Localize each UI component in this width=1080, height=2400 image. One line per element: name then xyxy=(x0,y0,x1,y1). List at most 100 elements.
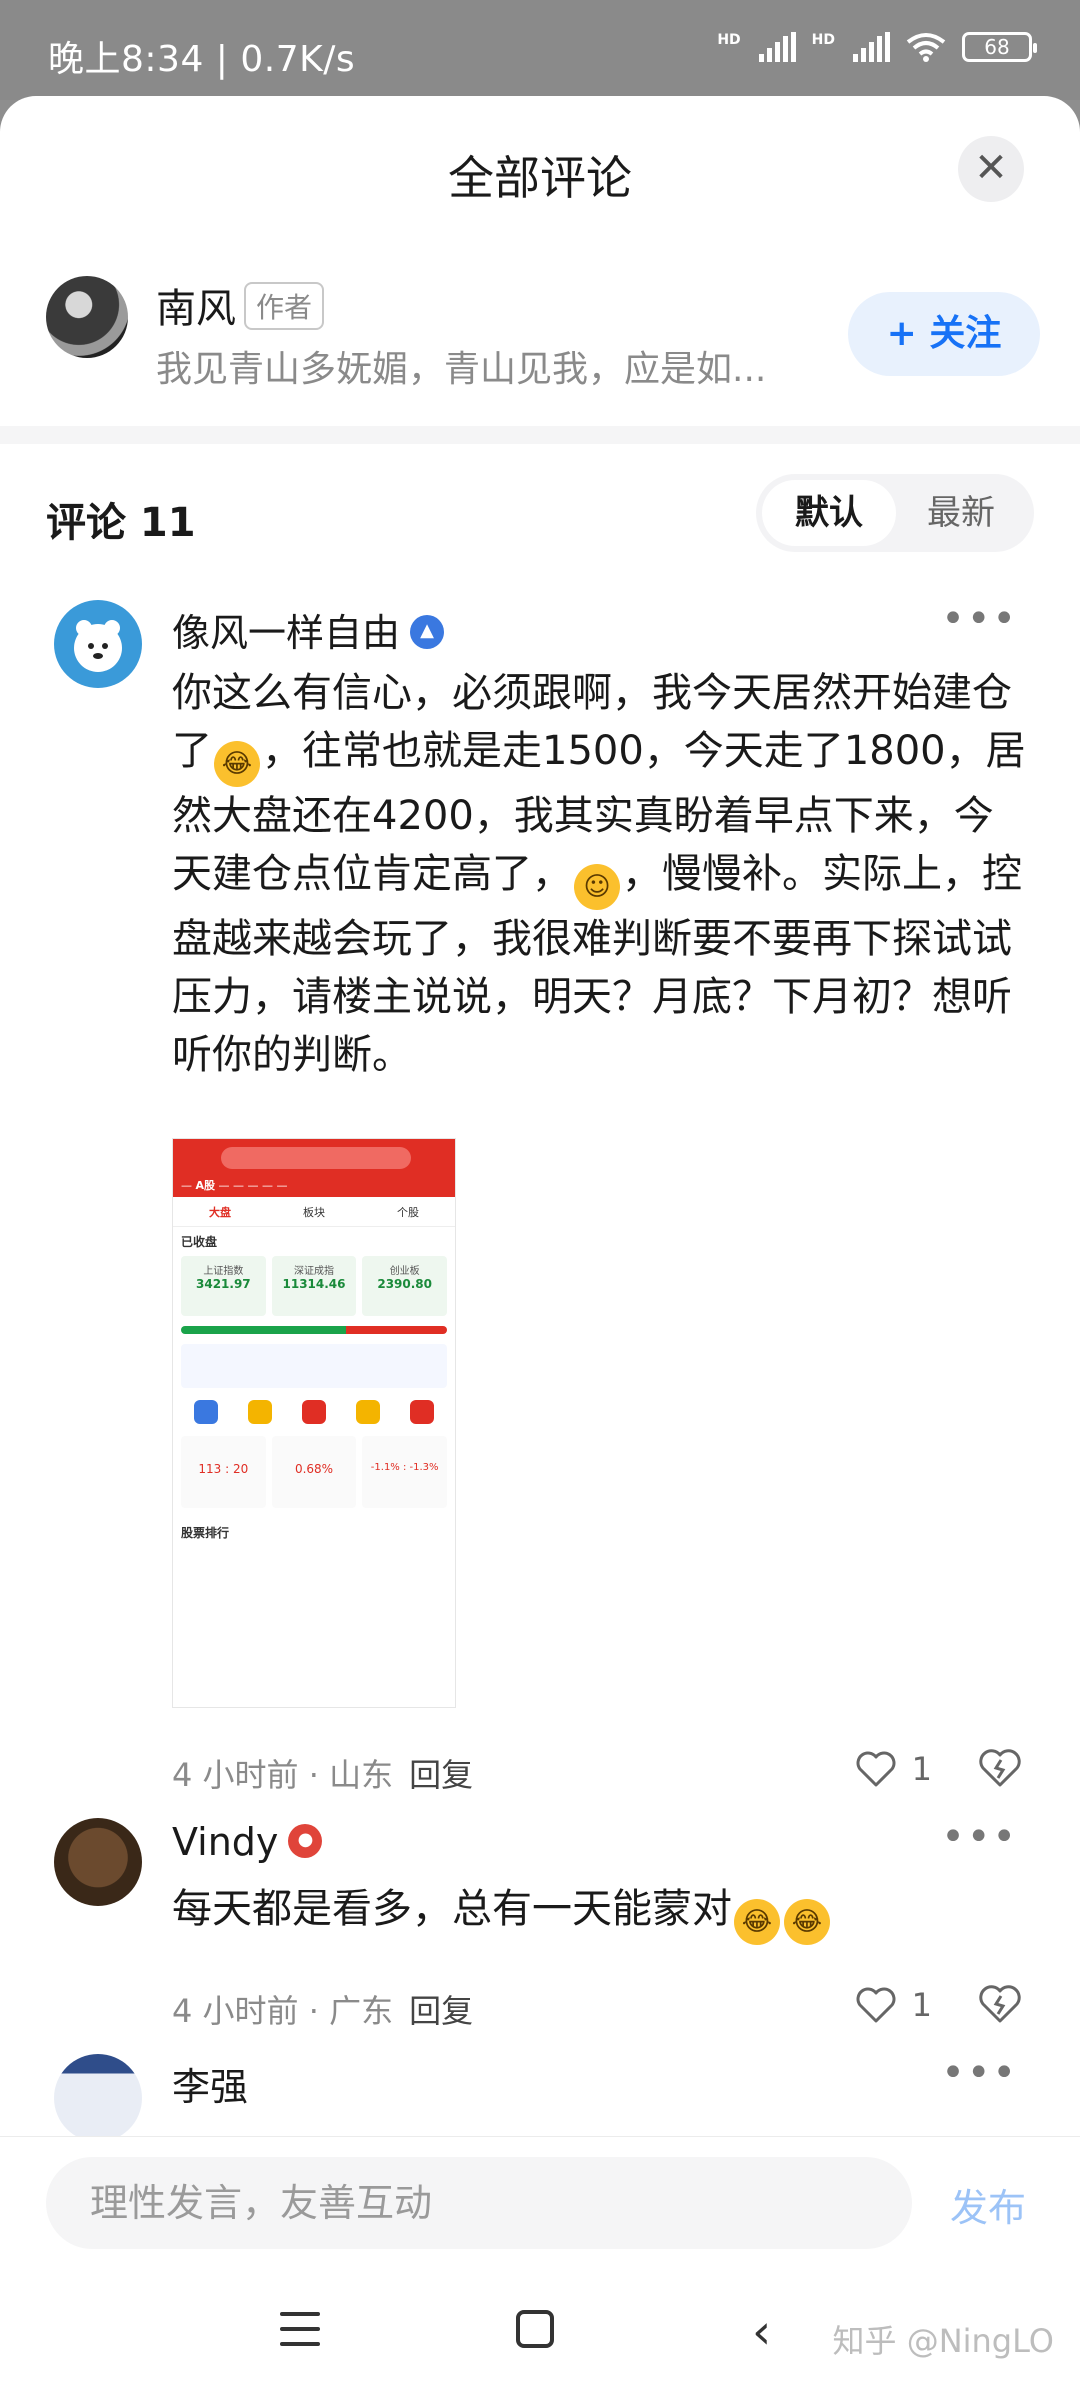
thumb-app-icon xyxy=(194,1400,218,1424)
thumb-stat: 0.68% xyxy=(271,1436,357,1508)
clock-text: 晚上8:34 xyxy=(48,39,204,80)
thumb-tab-a: A股 xyxy=(195,1179,216,1192)
watermark: 知乎 @NingLO xyxy=(832,2322,1054,2360)
thumb-app-icon xyxy=(410,1400,434,1424)
thumb-tabs: — A股 — — — — — xyxy=(181,1179,288,1192)
home-icon[interactable] xyxy=(516,2310,554,2348)
status-time: 晚上8:34 | 0.7K/s xyxy=(48,39,356,80)
comment-location: 广东 xyxy=(329,1992,394,2030)
publish-button[interactable]: 发布 xyxy=(950,2177,1026,2232)
thumb-index-value: 3421.97 xyxy=(196,1277,251,1291)
back-icon[interactable]: ‹ xyxy=(752,2304,771,2360)
sort-latest-tab[interactable]: 最新 xyxy=(894,480,1028,546)
author-badge: 作者 xyxy=(244,282,325,330)
broken-heart-icon[interactable] xyxy=(978,1748,1022,1788)
thumb-index-box: 深证成指 11314.46 xyxy=(271,1256,357,1316)
author-description: 我见青山多妩媚，青山见我，应是如... xyxy=(156,349,767,390)
hd-label-1: HD xyxy=(717,32,741,48)
system-nav-bar: ‹ 知乎 @NingLO xyxy=(0,2268,1080,2400)
status-bar: 晚上8:34 | 0.7K/s HD HD 68 xyxy=(0,0,1080,100)
like-button[interactable]: 1 xyxy=(856,1986,932,2024)
comment-text: 每天都是看多，总有一天能蒙对 😂 😂 xyxy=(172,1880,1032,1945)
comment-meta: 4 小时前 · 山东 回复 xyxy=(172,1756,474,1794)
sort-toggle[interactable]: 默认 最新 xyxy=(756,474,1034,552)
comment-time: 4 小时前 xyxy=(172,1756,299,1794)
comment-text: 你这么有信心，必须跟啊，我今天居然开始建仓了 😂 ，往常也就是走1500，今天走了1… xyxy=(172,664,1032,1084)
reply-button[interactable]: 回复 xyxy=(409,1992,473,2030)
thumb-header: — A股 — — — — — xyxy=(173,1139,455,1197)
signal-icon xyxy=(758,32,796,62)
divider xyxy=(0,426,1080,444)
follow-button[interactable]: + 关注 xyxy=(848,292,1040,376)
rofl-emoji-icon: 😂 xyxy=(214,741,260,787)
thumb-index-box: 创业板 2390.80 xyxy=(362,1256,448,1316)
avatar[interactable] xyxy=(54,2054,142,2142)
like-button[interactable]: 1 xyxy=(856,1750,932,1788)
thumb-index-name: 上证指数 xyxy=(203,1266,244,1277)
more-options-icon[interactable]: ••• xyxy=(941,596,1018,642)
battery-icon: 68 xyxy=(962,32,1037,62)
signal-icon-2 xyxy=(853,32,890,62)
author-name-text[interactable]: 像风一样自由 xyxy=(172,611,400,655)
hd-label-2: HD xyxy=(811,32,835,48)
avatar[interactable] xyxy=(54,600,142,688)
thumb-index-value: 11314.46 xyxy=(282,1277,346,1291)
thumb-stat: 113 : 20 xyxy=(181,1436,266,1508)
thumb-search-bar xyxy=(221,1147,411,1169)
more-options-icon[interactable]: ••• xyxy=(941,1814,1018,1860)
heart-icon xyxy=(856,1987,896,2023)
thumb-index-value: 2390.80 xyxy=(377,1277,432,1291)
rofl-emoji-icon: 😂 xyxy=(734,1899,780,1945)
wifi-icon xyxy=(906,33,946,62)
avatar[interactable] xyxy=(46,276,128,358)
sheet-title: 全部评论 xyxy=(448,151,632,205)
broken-heart-icon[interactable] xyxy=(978,1984,1022,2024)
heart-icon xyxy=(856,1751,896,1787)
thumb-index-box: 上证指数 3421.97 xyxy=(181,1256,266,1316)
avatar[interactable] xyxy=(54,1818,142,1906)
thumb-app-icon xyxy=(302,1400,326,1424)
like-count: 1 xyxy=(911,1986,932,2024)
level-badge-icon: ● xyxy=(288,1823,323,1858)
author-name[interactable]: 南风 xyxy=(156,276,236,334)
thumb-subtab: 个股 xyxy=(397,1205,419,1219)
thumb-subtab: 大盘 xyxy=(209,1205,231,1219)
comment-image[interactable]: — A股 — — — — — 大盘 板块 个股 已收盘 上证指数 3421.97 … xyxy=(172,1138,456,1708)
smile-emoji-icon: ☺ xyxy=(574,864,620,910)
comment-text-part: 每天都是看多，总有一天能蒙对 xyxy=(172,1886,732,1932)
thumb-stats-row: 113 : 20 0.68% -1.1% : -1.3% xyxy=(181,1436,448,1508)
thumb-closed-label: 已收盘 xyxy=(181,1235,218,1249)
level-badge-icon: ▲ xyxy=(410,614,445,649)
thumb-banner xyxy=(181,1344,447,1388)
close-icon: ✕ xyxy=(974,145,1008,191)
comment-author-name[interactable]: 李强 xyxy=(172,2056,248,2111)
thumb-updown-bar xyxy=(181,1326,447,1334)
like-count: 1 xyxy=(911,1750,932,1788)
comments-sheet: 全部评论 ✕ 南风 作者 我见青山多妩媚，青山见我，应是如... + 关注 评论… xyxy=(0,96,1080,2400)
thumb-subtab: 板块 xyxy=(303,1205,325,1219)
network-speed: 0.7K/s xyxy=(240,39,356,80)
author-name-text[interactable]: Vindy xyxy=(172,1820,278,1864)
comment-input[interactable]: 理性发言，友善互动 xyxy=(46,2157,912,2249)
thumb-index-name: 深证成指 xyxy=(294,1266,334,1277)
thumb-app-icon xyxy=(248,1400,272,1424)
comment-input-bar: 理性发言，友善互动 发布 xyxy=(0,2136,1080,2268)
status-icons: HD HD 68 xyxy=(717,32,1037,62)
close-button[interactable]: ✕ xyxy=(958,136,1024,202)
comment-meta: 4 小时前 · 广东 回复 xyxy=(172,1992,474,2030)
sort-default-tab[interactable]: 默认 xyxy=(762,480,896,546)
thumb-icon-row xyxy=(179,1400,449,1424)
more-options-icon[interactable]: ••• xyxy=(941,2050,1018,2096)
comment-author-name[interactable]: 像风一样自由 ▲ xyxy=(172,602,445,657)
thumb-stat: -1.1% : -1.3% xyxy=(362,1436,448,1508)
comment-location: 山东 xyxy=(329,1756,394,1794)
comment-author-name[interactable]: Vindy ● xyxy=(172,1820,323,1864)
reply-button[interactable]: 回复 xyxy=(409,1756,473,1794)
comment-time: 4 小时前 xyxy=(172,1992,299,2030)
author-name-text[interactable]: 李强 xyxy=(172,2065,248,2109)
comments-count-title: 评论 11 xyxy=(46,500,196,546)
menu-icon[interactable] xyxy=(280,2312,320,2346)
thumb-subtabs: 大盘 板块 个股 xyxy=(173,1197,455,1227)
bear-avatar-icon xyxy=(74,620,122,672)
thumb-index-row: 上证指数 3421.97 深证成指 11314.46 创业板 2390.80 xyxy=(181,1256,448,1316)
